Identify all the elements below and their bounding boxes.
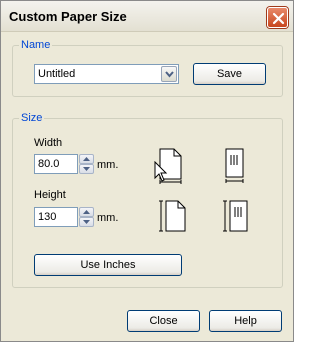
name-dropdown-button[interactable] xyxy=(161,66,177,82)
name-group-legend: Name xyxy=(19,39,53,51)
height-spin-down[interactable] xyxy=(79,217,94,227)
close-icon xyxy=(272,12,285,25)
title-bar: Custom Paper Size xyxy=(1,1,293,32)
name-dropdown[interactable]: Untitled xyxy=(34,64,179,84)
width-spin-down[interactable] xyxy=(79,164,94,174)
height-spinner[interactable] xyxy=(79,207,94,227)
close-button[interactable]: Close xyxy=(127,310,200,332)
width-spin-up[interactable] xyxy=(79,154,94,164)
envelope-height-icon xyxy=(223,200,248,232)
mouse-pointer-icon xyxy=(154,161,168,182)
width-unit: mm. xyxy=(97,159,119,171)
custom-paper-size-dialog: Custom Paper Size Name Untitled Save Siz… xyxy=(0,0,294,342)
width-spinner[interactable] xyxy=(79,154,94,174)
width-label: Width xyxy=(34,137,63,149)
height-input[interactable]: 130 xyxy=(34,207,78,227)
envelope-width-icon xyxy=(225,148,244,183)
spin-down-icon xyxy=(83,167,90,171)
size-group-legend: Size xyxy=(19,112,45,124)
page-height-icon xyxy=(159,200,186,232)
dialog-title: Custom Paper Size xyxy=(9,9,127,24)
dropdown-arrow-icon xyxy=(165,71,174,78)
name-dropdown-value: Untitled xyxy=(38,68,76,80)
spin-up-icon xyxy=(83,157,90,161)
height-label: Height xyxy=(34,189,66,201)
help-button[interactable]: Help xyxy=(209,310,282,332)
save-button[interactable]: Save xyxy=(193,63,266,85)
height-unit: mm. xyxy=(97,212,119,224)
title-close-button[interactable] xyxy=(267,7,288,28)
use-inches-button[interactable]: Use Inches xyxy=(34,254,182,276)
spin-up-icon xyxy=(83,210,90,214)
height-spin-up[interactable] xyxy=(79,207,94,217)
spin-down-icon xyxy=(83,220,90,224)
width-input[interactable]: 80.0 xyxy=(34,154,78,174)
